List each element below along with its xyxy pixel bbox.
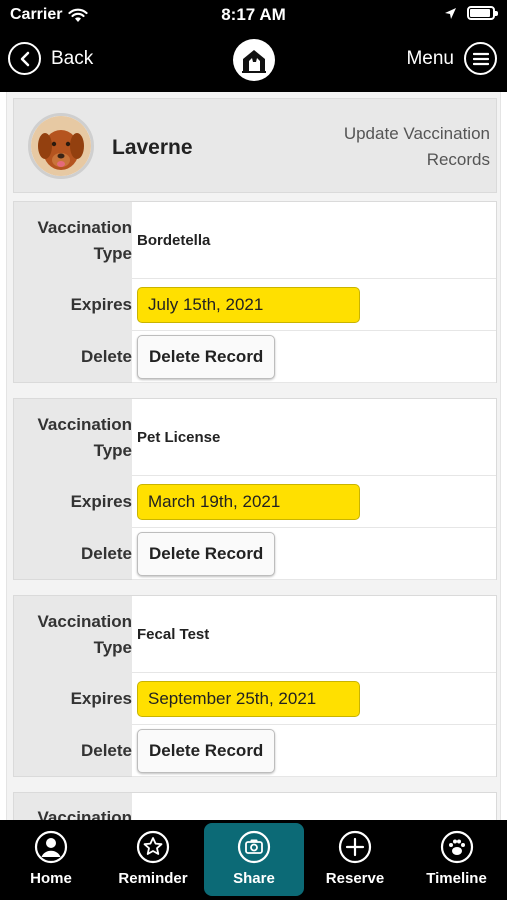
- vaccination-type: Pet License: [137, 428, 221, 446]
- paw-icon: [440, 830, 474, 864]
- clock: 8:17 AM: [221, 5, 286, 24]
- hamburger-icon: [464, 42, 497, 75]
- content-area[interactable]: Laverne Update Vaccination Records Vacci…: [0, 92, 507, 820]
- status-icons: [444, 6, 498, 20]
- delete-row: Delete Delete Record: [14, 528, 496, 580]
- app-screen: Carrier 8:17 AM Back Menu Laverne Update…: [0, 0, 507, 900]
- expires-value-cell: July 15th, 2021: [132, 279, 496, 331]
- type-row: Vaccination Type Fecal Test: [14, 596, 496, 673]
- type-label: Vaccination Type: [37, 611, 132, 657]
- type-label: Vaccination Type: [37, 414, 132, 460]
- back-button[interactable]: Back: [8, 42, 93, 75]
- delete-label: Delete: [80, 347, 132, 366]
- delete-row: Delete Delete Record: [14, 725, 496, 777]
- nav-bar: Back Menu: [0, 30, 507, 92]
- delete-label: Delete: [80, 741, 132, 760]
- type-label: Vaccination: [37, 808, 132, 820]
- expires-label: Expires: [70, 689, 132, 708]
- location-arrow-icon: [445, 7, 456, 19]
- tab-label: Reminder: [118, 870, 188, 887]
- type-value-cell: Pet License: [132, 399, 496, 476]
- tab-reserve[interactable]: Reserve: [304, 820, 406, 900]
- expires-label: Expires: [70, 492, 132, 511]
- camera-icon: [237, 830, 271, 864]
- battery-icon: [467, 6, 498, 20]
- star-icon: [136, 830, 170, 864]
- type-value-cell: Bordetella: [132, 202, 496, 279]
- expires-date-field[interactable]: March 19th, 2021: [137, 483, 360, 520]
- expires-row: Expires July 15th, 2021: [14, 279, 496, 331]
- pet-name: Laverne: [112, 136, 193, 159]
- expires-label: Expires: [70, 295, 132, 314]
- dog-logo-icon: [233, 39, 275, 81]
- vaccination-record: Vaccination Type Fecal Test Expires Sept…: [13, 595, 497, 777]
- delete-record-button[interactable]: Delete Record: [137, 728, 276, 773]
- expires-row: Expires March 19th, 2021: [14, 476, 496, 528]
- delete-row: Delete Delete Record: [14, 331, 496, 383]
- tab-label: Share: [233, 870, 275, 887]
- expires-date-field[interactable]: July 15th, 2021: [137, 286, 360, 323]
- expires-row: Expires September 25th, 2021: [14, 673, 496, 725]
- type-value-cell: Fecal Test: [132, 596, 496, 673]
- update-vaccination-link[interactable]: Update Vaccination Records: [300, 121, 490, 173]
- delete-record-button[interactable]: Delete Record: [137, 334, 276, 379]
- tab-timeline[interactable]: Timeline: [406, 820, 507, 900]
- expires-value-cell: March 19th, 2021: [132, 476, 496, 528]
- status-bar: Carrier 8:17 AM: [0, 0, 507, 30]
- vaccination-type: Bordetella: [137, 231, 211, 249]
- vaccination-type: Fecal Test: [137, 625, 210, 643]
- type-row: Vaccination Type Pet License: [14, 399, 496, 476]
- tab-home[interactable]: Home: [0, 820, 102, 900]
- pet-header: Laverne Update Vaccination Records: [13, 98, 497, 193]
- tab-reminder[interactable]: Reminder: [102, 820, 204, 900]
- menu-button[interactable]: Menu: [406, 42, 497, 75]
- vaccination-record: Vaccination Type Pet License Expires Mar…: [13, 398, 497, 580]
- delete-label: Delete: [80, 544, 132, 563]
- tab-share[interactable]: Share: [204, 823, 304, 896]
- delete-value-cell: Delete Record: [132, 528, 496, 580]
- records-panel: Laverne Update Vaccination Records Vacci…: [6, 92, 501, 820]
- avatar: [28, 113, 94, 179]
- tab-label: Reserve: [325, 870, 385, 887]
- menu-label: Menu: [406, 47, 454, 69]
- dog-avatar-icon: [31, 116, 91, 176]
- expires-date-field[interactable]: September 25th, 2021: [137, 680, 360, 717]
- tab-label: Timeline: [426, 870, 487, 887]
- expires-value-cell: September 25th, 2021: [132, 673, 496, 725]
- delete-value-cell: Delete Record: [132, 331, 496, 383]
- plus-icon: [338, 830, 372, 864]
- delete-record-button[interactable]: Delete Record: [137, 531, 276, 576]
- type-row: Vaccination Type Bordetella: [14, 202, 496, 279]
- type-value-cell: [132, 793, 496, 820]
- back-label: Back: [51, 47, 94, 69]
- person-icon: [34, 830, 68, 864]
- vaccination-record: Vaccination Type Bordetella Expires July…: [13, 201, 497, 383]
- tab-label: Home: [30, 870, 72, 887]
- chevron-left-icon: [8, 42, 41, 75]
- type-row: Vaccination: [14, 793, 496, 820]
- type-label: Vaccination Type: [37, 217, 132, 263]
- delete-value-cell: Delete Record: [132, 725, 496, 777]
- vaccination-record-partial: Vaccination: [13, 792, 497, 820]
- tab-bar: Home Reminder Share Reserve Timeline: [0, 820, 507, 900]
